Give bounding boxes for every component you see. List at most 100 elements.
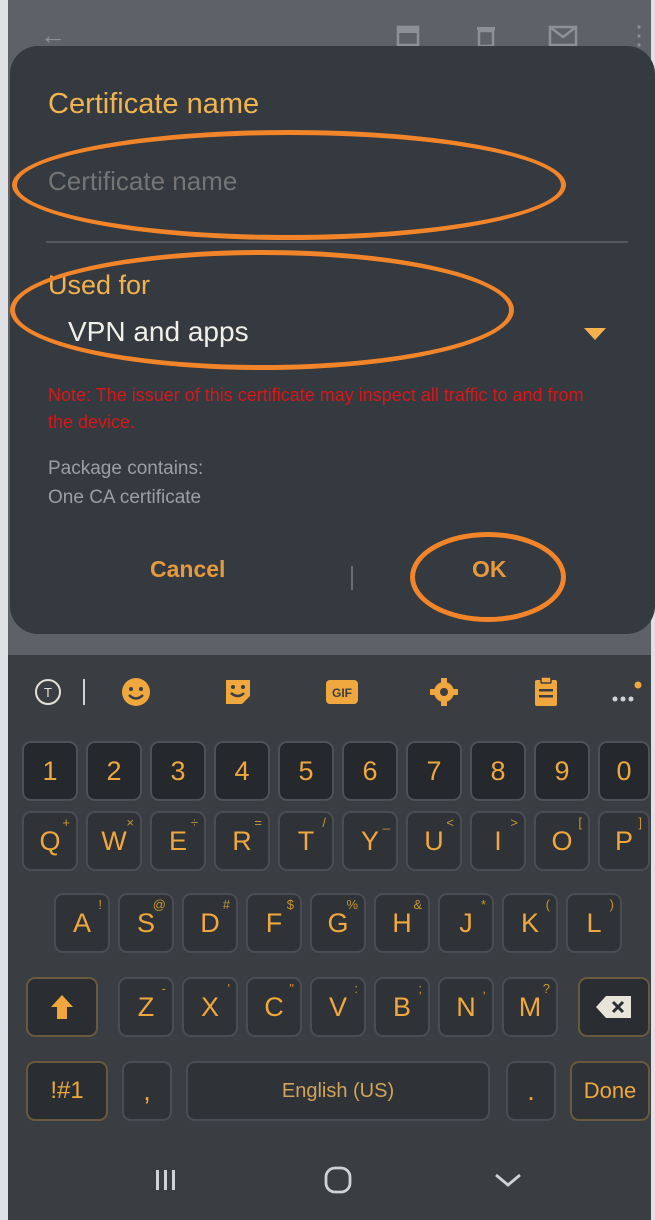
key-label: B — [392, 991, 411, 1022]
key-secondary: , — [482, 981, 486, 996]
key-4[interactable]: 4 — [214, 741, 270, 801]
recent-apps-icon[interactable] — [146, 1162, 186, 1198]
key-label: I — [494, 825, 502, 856]
key-w[interactable]: W × — [86, 811, 142, 871]
soft-keyboard: T GIF 1 2 3 4 5 6 7 8 9 0 Q + W × E ÷ R = — [8, 655, 651, 1135]
name-input-underline — [46, 241, 628, 243]
hide-keyboard-icon[interactable] — [488, 1162, 528, 1198]
navigation-bar — [8, 1140, 651, 1220]
key-5[interactable]: 5 — [278, 741, 334, 801]
symbols-key[interactable]: !#1 — [26, 1061, 108, 1121]
key-l[interactable]: L) — [566, 893, 622, 953]
comma-key[interactable]: , — [122, 1061, 172, 1121]
used-for-value: VPN and apps — [68, 316, 249, 347]
svg-text:T: T — [44, 685, 52, 700]
key-t[interactable]: T / — [278, 811, 334, 871]
key-label: D — [200, 907, 220, 938]
key-k[interactable]: K( — [502, 893, 558, 953]
key-secondary: ( — [545, 897, 550, 912]
key-q[interactable]: Q + — [22, 811, 78, 871]
package-contents-value: One CA certificate — [48, 487, 202, 508]
ok-button[interactable]: OK — [472, 556, 507, 583]
key-p[interactable]: P] — [598, 811, 650, 871]
key-z[interactable]: Z- — [118, 977, 174, 1037]
key-label: F — [265, 907, 283, 938]
key-9[interactable]: 9 — [534, 741, 590, 801]
key-secondary: - — [161, 981, 166, 996]
key-e[interactable]: E ÷ — [150, 811, 206, 871]
back-arrow-icon[interactable]: ← — [40, 22, 66, 48]
key-secondary: ] — [638, 815, 642, 830]
key-8[interactable]: 8 — [470, 741, 526, 801]
toolbar-divider — [80, 677, 88, 707]
clipboard-icon[interactable] — [526, 676, 566, 707]
key-g[interactable]: G% — [310, 893, 366, 953]
key-s[interactable]: S @ — [118, 893, 174, 953]
more-vert-icon[interactable]: ⋮ — [626, 22, 652, 48]
key-label: O — [551, 825, 573, 856]
key-secondary: ; — [418, 981, 422, 996]
key-secondary: × — [126, 815, 134, 830]
key-label: N — [456, 991, 476, 1022]
key-label: A — [72, 907, 91, 938]
key-i[interactable]: I > — [470, 811, 526, 871]
period-key[interactable]: . — [506, 1061, 556, 1121]
key-secondary: ! — [98, 897, 102, 912]
key-o[interactable]: O[ — [534, 811, 590, 871]
key-label: M — [518, 991, 542, 1022]
done-key[interactable]: Done — [570, 1061, 650, 1121]
key-secondary: ? — [542, 981, 550, 996]
key-y[interactable]: Y _ — [342, 811, 398, 871]
settings-icon[interactable] — [424, 677, 464, 707]
key-u[interactable]: U < — [406, 811, 462, 871]
cancel-button[interactable]: Cancel — [150, 556, 225, 583]
key-secondary: @ — [152, 897, 166, 912]
key-v[interactable]: V: — [310, 977, 366, 1037]
key-b[interactable]: B; — [374, 977, 430, 1037]
key-label: X — [200, 991, 219, 1022]
translate-icon[interactable]: T — [30, 677, 72, 707]
backspace-key[interactable] — [578, 977, 650, 1037]
dialog-title: Certificate name — [48, 88, 260, 120]
key-secondary: * — [480, 897, 486, 912]
gif-icon[interactable]: GIF — [322, 677, 362, 707]
key-0[interactable]: 0 — [598, 741, 650, 801]
key-r[interactable]: R = — [214, 811, 270, 871]
shift-key[interactable] — [26, 977, 98, 1037]
used-for-dropdown[interactable]: VPN and apps — [68, 316, 628, 356]
backspace-icon — [596, 996, 631, 1018]
key-3[interactable]: 3 — [150, 741, 206, 801]
key-label: G — [327, 907, 349, 938]
key-secondary: / — [322, 815, 326, 830]
key-a[interactable]: A! — [54, 893, 110, 953]
more-icon[interactable] — [606, 677, 646, 707]
dropdown-arrow-icon — [584, 328, 606, 340]
key-h[interactable]: H & — [374, 893, 430, 953]
emoji-icon[interactable] — [116, 677, 156, 707]
key-d[interactable]: D # — [182, 893, 238, 953]
sticker-icon[interactable] — [218, 677, 258, 707]
key-label: C — [264, 991, 284, 1022]
key-m[interactable]: M? — [502, 977, 558, 1037]
key-secondary: < — [446, 815, 454, 830]
key-x[interactable]: X ' — [182, 977, 238, 1037]
key-n[interactable]: N, — [438, 977, 494, 1037]
home-icon[interactable] — [318, 1162, 358, 1198]
key-label: E — [168, 825, 187, 856]
key-6[interactable]: 6 — [342, 741, 398, 801]
key-secondary: ÷ — [190, 815, 198, 830]
key-label: Q — [39, 825, 61, 856]
space-key[interactable]: English (US) — [186, 1061, 490, 1121]
key-7[interactable]: 7 — [406, 741, 462, 801]
key-secondary: ' — [227, 981, 230, 996]
key-j[interactable]: J * — [438, 893, 494, 953]
key-label: Y — [360, 825, 379, 856]
key-f[interactable]: F $ — [246, 893, 302, 953]
key-secondary: [ — [578, 815, 582, 830]
key-1[interactable]: 1 — [22, 741, 78, 801]
key-2[interactable]: 2 — [86, 741, 142, 801]
key-c[interactable]: C " — [246, 977, 302, 1037]
key-secondary: : — [354, 981, 358, 996]
certificate-name-input[interactable] — [48, 166, 548, 197]
shift-arrow-icon — [51, 995, 73, 1019]
